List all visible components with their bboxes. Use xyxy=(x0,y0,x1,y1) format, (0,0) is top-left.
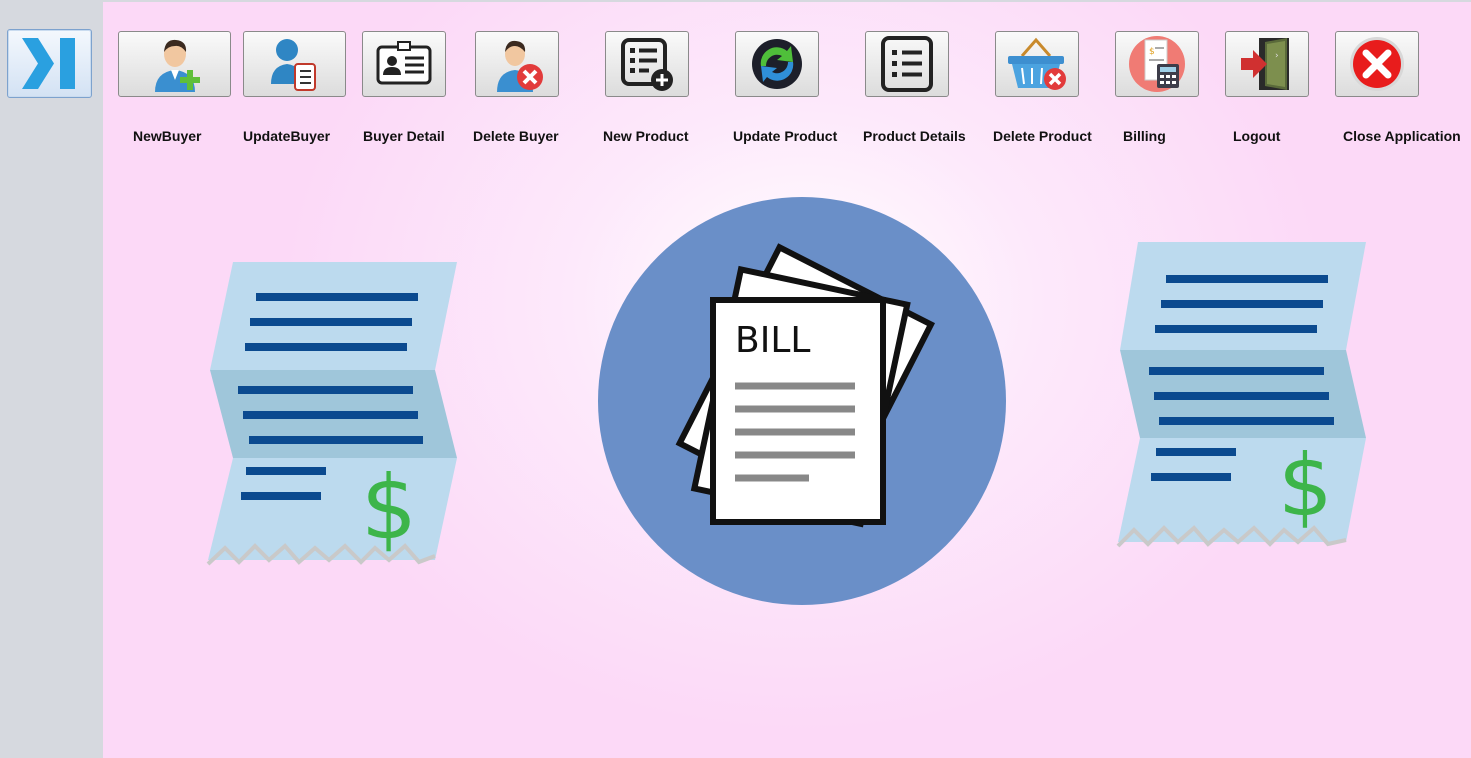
buyer-detail-button[interactable] xyxy=(362,31,446,97)
product-details-button[interactable] xyxy=(865,31,949,97)
logout-label: Logout xyxy=(1233,128,1281,144)
close-application-label: Close Application xyxy=(1343,128,1461,144)
product-details-label: Product Details xyxy=(863,128,966,144)
sidebar xyxy=(0,0,103,758)
billing-label: Billing xyxy=(1123,128,1166,144)
buyer-detail-label: Buyer Detail xyxy=(363,128,445,144)
update-product-label: Update Product xyxy=(733,128,838,144)
delete-basket-icon xyxy=(1008,37,1066,90)
close-icon xyxy=(1350,37,1404,91)
new-buyer-button[interactable] xyxy=(118,31,231,97)
svg-text:›: › xyxy=(1275,51,1279,61)
delete-product-label: Delete Product xyxy=(993,128,1092,144)
new-product-button[interactable] xyxy=(605,31,689,97)
new-product-label: New Product xyxy=(603,128,689,144)
svg-text:$: $ xyxy=(1149,47,1155,57)
dollar-sign-left: $ xyxy=(361,456,417,559)
update-buyer-label: UpdateBuyer xyxy=(243,128,331,144)
collapse-sidebar-icon xyxy=(22,38,75,89)
sidebar-toggle-button[interactable] xyxy=(7,29,92,98)
dollar-sign-right: $ xyxy=(1278,436,1333,536)
receipt-illustration-left: $ xyxy=(206,262,457,566)
add-list-icon xyxy=(621,38,673,91)
update-product-button[interactable] xyxy=(735,31,819,97)
list-icon xyxy=(881,36,933,92)
logout-button[interactable]: › xyxy=(1225,31,1309,97)
add-user-icon xyxy=(154,39,200,92)
update-buyer-button[interactable] xyxy=(243,31,346,97)
bill-hero-illustration: BILL xyxy=(598,197,1006,605)
id-card-icon xyxy=(376,41,432,85)
close-application-button[interactable] xyxy=(1335,31,1419,97)
update-user-icon xyxy=(270,39,316,91)
billing-calculator-icon: $ xyxy=(1129,36,1185,92)
billing-button[interactable]: $ xyxy=(1115,31,1199,97)
delete-product-button[interactable] xyxy=(995,31,1079,97)
new-buyer-label: NewBuyer xyxy=(133,128,202,144)
receipt-illustration-right: $ xyxy=(1116,242,1366,548)
main-panel: $ › NewBuyer UpdateBuyer Buyer Detail De… xyxy=(103,2,1471,758)
refresh-icon xyxy=(752,39,802,89)
logout-door-icon: › xyxy=(1241,38,1289,90)
bill-title: BILL xyxy=(735,320,810,361)
delete-buyer-button[interactable] xyxy=(475,31,559,97)
delete-user-icon xyxy=(497,40,543,92)
delete-buyer-label: Delete Buyer xyxy=(473,128,559,144)
